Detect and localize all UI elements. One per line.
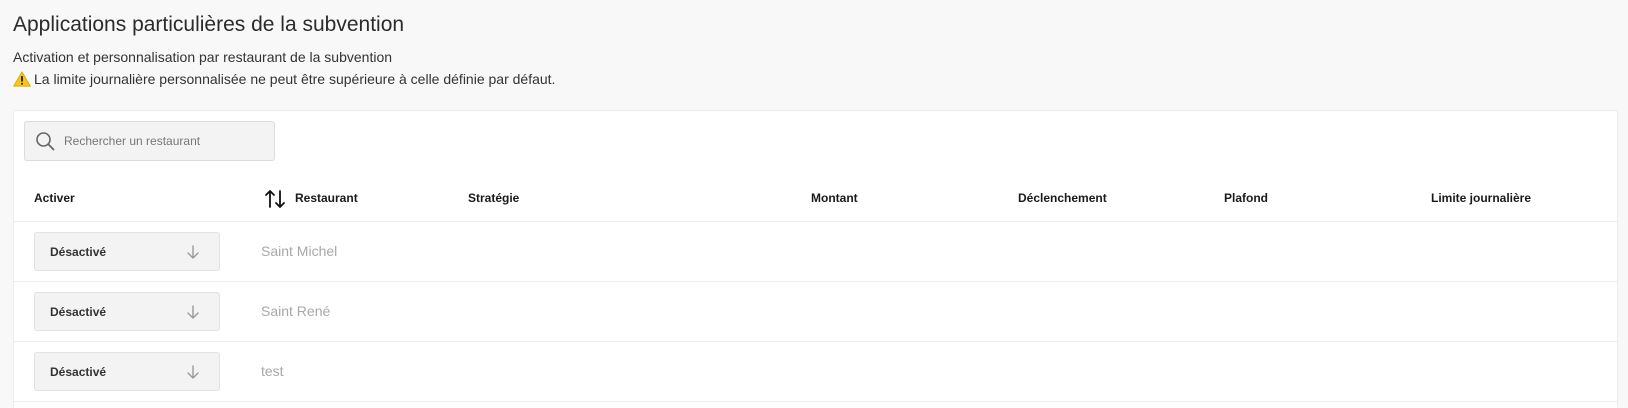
column-header-activer: Activer xyxy=(34,191,75,205)
activation-select[interactable]: Désactivé xyxy=(34,352,220,391)
activation-select[interactable]: Désactivé xyxy=(34,232,220,271)
table-row: Désactivé Saint Michel xyxy=(14,222,1617,282)
column-header-limite-journaliere: Limite journalière xyxy=(1431,191,1532,205)
table-header: Activer Restaurant Stratégie Montant Déc… xyxy=(14,176,1617,222)
activation-select-value: Désactivé xyxy=(50,364,107,379)
column-header-montant: Montant xyxy=(811,191,858,205)
sort-icon[interactable] xyxy=(264,188,286,210)
warning-text: La limite journalière personnalisée ne p… xyxy=(34,71,556,87)
activation-select[interactable]: Désactivé xyxy=(34,292,220,331)
warning-message: La limite journalière personnalisée ne p… xyxy=(13,71,555,87)
column-header-plafond: Plafond xyxy=(1224,191,1268,205)
table-row: Désactivé Saint René xyxy=(14,282,1617,342)
column-header-restaurant[interactable]: Restaurant xyxy=(295,176,358,221)
restaurants-table-card: Activer Restaurant Stratégie Montant Déc… xyxy=(13,110,1618,408)
search-box[interactable] xyxy=(24,121,275,161)
arrow-down-icon xyxy=(187,244,199,259)
arrow-down-icon xyxy=(187,304,199,319)
activation-select-value: Désactivé xyxy=(50,304,107,319)
warning-icon xyxy=(13,71,31,87)
page: Applications particulières de la subvent… xyxy=(0,0,1628,408)
search-input[interactable] xyxy=(64,134,254,148)
page-subtitle: Activation et personnalisation par resta… xyxy=(13,49,393,65)
arrow-down-icon xyxy=(187,364,199,379)
column-header-strategie: Stratégie xyxy=(468,191,520,205)
restaurant-name: Saint René xyxy=(261,303,331,319)
page-title: Applications particulières de la subvent… xyxy=(13,13,405,36)
activation-select-value: Désactivé xyxy=(50,244,107,259)
column-header-declenchement: Déclenchement xyxy=(1018,191,1107,205)
restaurant-name: Saint Michel xyxy=(261,243,338,259)
table-row: Désactivé test xyxy=(14,342,1617,402)
restaurant-name: test xyxy=(261,363,284,379)
search-icon xyxy=(36,132,55,151)
